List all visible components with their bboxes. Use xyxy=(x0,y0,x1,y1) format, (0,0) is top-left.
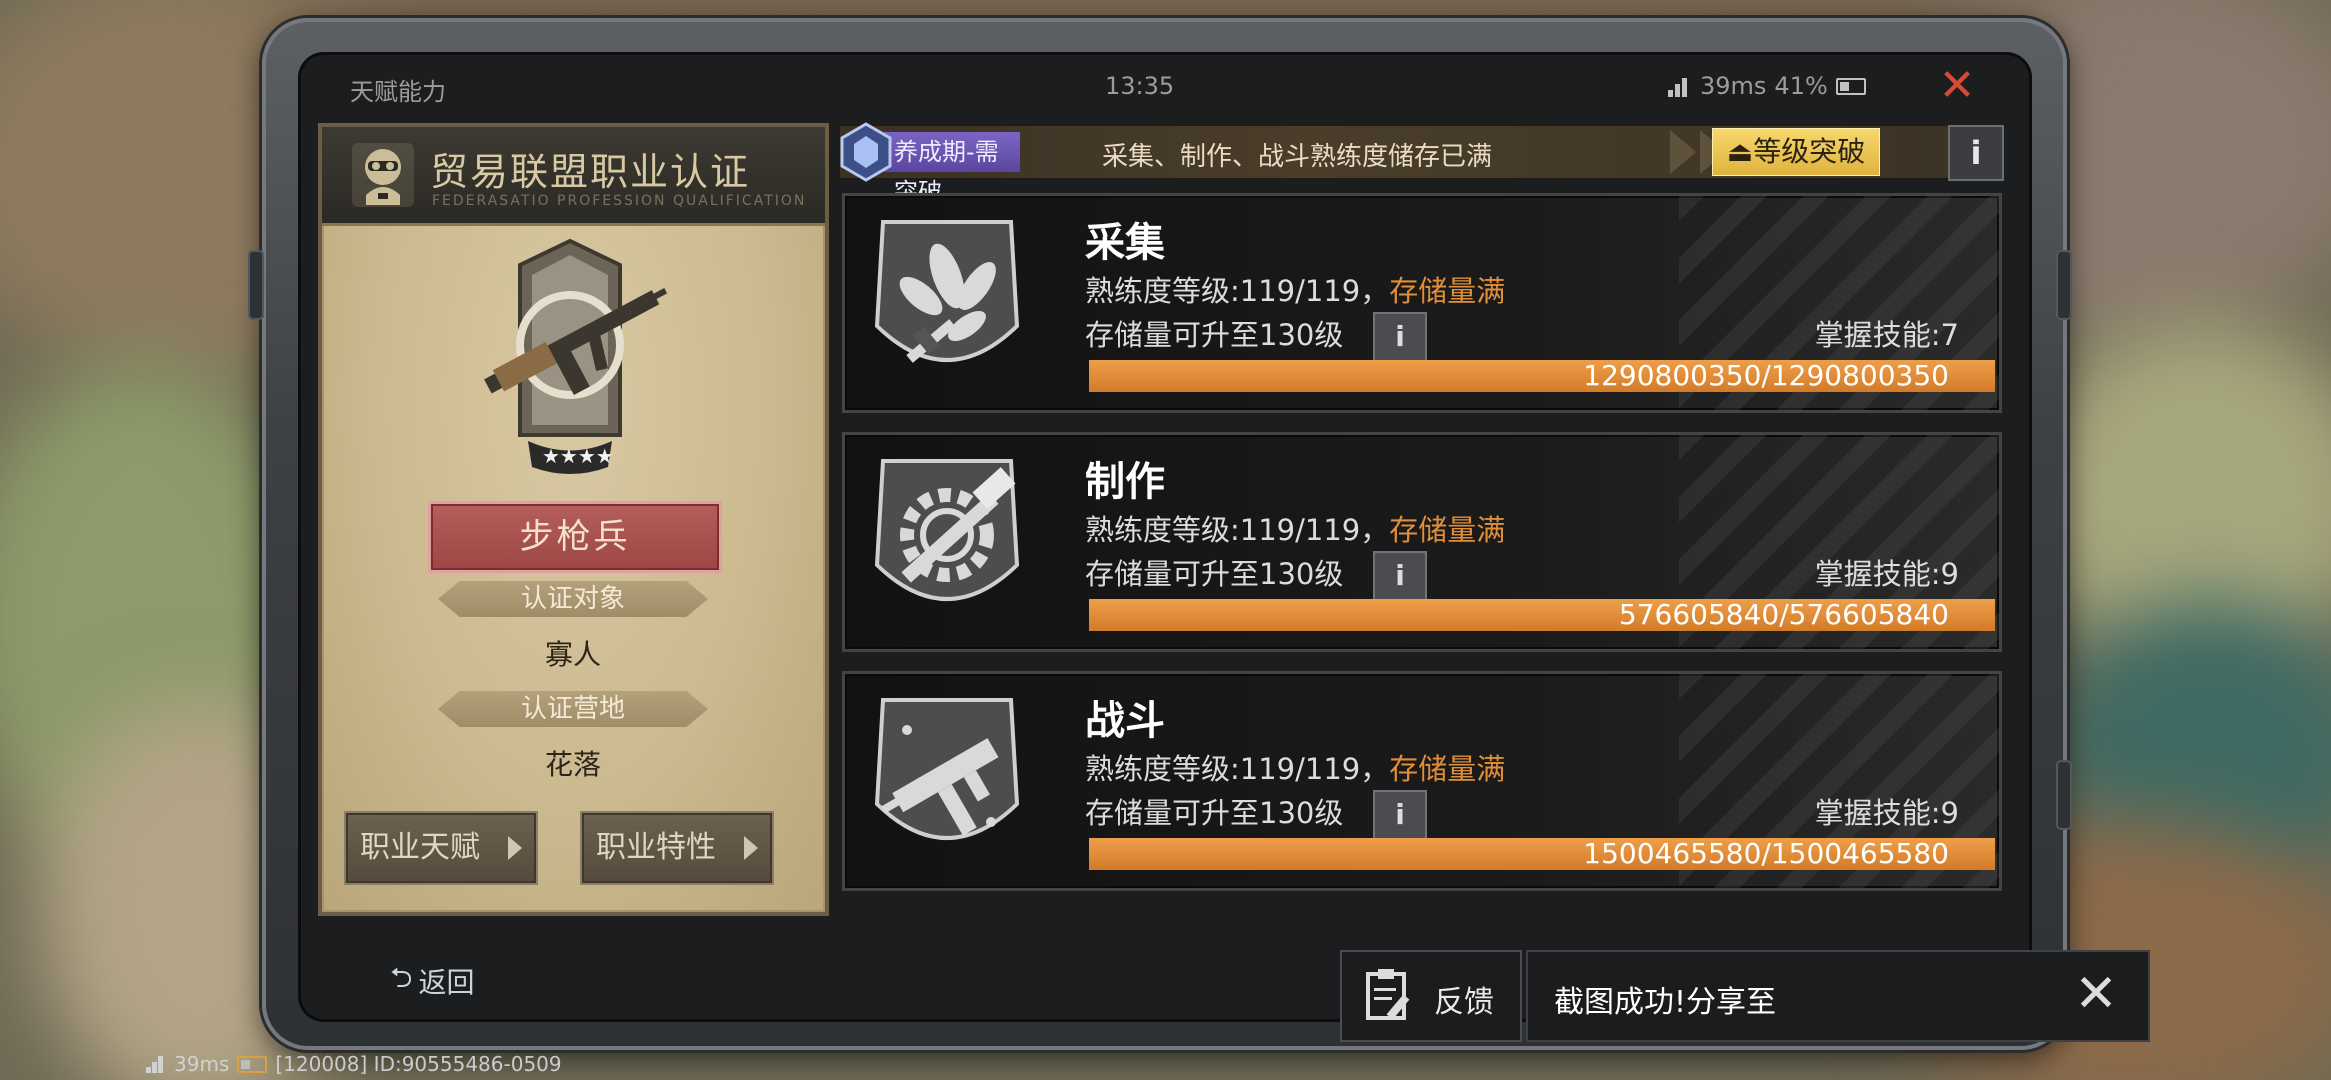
skill-panel-combat[interactable]: 战斗 熟练度等级:119/119，存储量满 存储量可升至130级 i 掌握技能:… xyxy=(842,671,2002,891)
skill-name: 战斗 xyxy=(1085,698,1165,744)
clock: 13:35 xyxy=(1105,72,1175,100)
class-name-button[interactable]: 步枪兵 xyxy=(428,501,722,573)
target-value: 寡人 xyxy=(544,638,601,671)
network-status: 39ms 41% xyxy=(1668,72,1866,100)
skill-mastery: 掌握技能:9 xyxy=(1814,796,1959,830)
storage-full-text: 存储量满 xyxy=(1389,752,1506,786)
return-arrow-icon: ⮌ xyxy=(390,961,413,994)
battery-icon xyxy=(1835,77,1866,95)
card-header: 贸易联盟职业认证 FEDERASATIO PROFESSION QUALIFIC… xyxy=(322,127,825,226)
skill-level: 熟练度等级:119/119，存储量满 xyxy=(1085,274,1506,308)
close-icon[interactable]: ✕ xyxy=(1935,64,1979,108)
progress-bar: 1500465580/1500465580 xyxy=(1089,838,1995,870)
mascot-logo-icon xyxy=(352,143,414,207)
skill-level: 熟练度等级:119/119，存储量满 xyxy=(1085,513,1506,547)
back-label: 返回 xyxy=(418,966,475,999)
profession-trait-label: 职业特性 xyxy=(596,830,716,865)
frame-hinge xyxy=(2056,760,2072,830)
progress-text: 1290800350/1290800350 xyxy=(1583,359,1949,392)
ping-text: 39ms xyxy=(1700,72,1767,100)
stage-tag: 养成期-需突破 xyxy=(884,132,1020,206)
profession-talent-button[interactable]: 职业天赋 xyxy=(344,811,538,885)
certification-card: 贸易联盟职业认证 FEDERASATIO PROFESSION QUALIFIC… xyxy=(318,123,829,916)
skill-mastery: 掌握技能:7 xyxy=(1814,318,1959,352)
player-id: [120008] ID:90555486-0509 xyxy=(275,1052,562,1076)
breakthrough-label: 等级突破 xyxy=(1753,135,1866,168)
hammer-gear-icon xyxy=(874,459,1020,601)
skill-capacity: 存储量可升至130级 xyxy=(1085,796,1344,830)
progress-bar: 1290800350/1290800350 xyxy=(1089,360,1995,392)
skill-capacity: 存储量可升至130级 xyxy=(1085,557,1344,591)
battery-text: 41% xyxy=(1774,72,1828,100)
status-bar: 天赋能力 13:35 39ms 41% ✕ xyxy=(300,58,2030,118)
skill-panel-crafting[interactable]: 制作 熟练度等级:119/119，存储量满 存储量可升至130级 i 掌握技能:… xyxy=(842,432,2002,652)
frame-hinge xyxy=(248,250,264,320)
close-icon[interactable]: ✕ xyxy=(2066,964,2126,1024)
toast-message: 截图成功!分享至 xyxy=(1554,985,1777,1020)
camp-label: 认证营地 xyxy=(438,691,708,727)
camp-value: 花落 xyxy=(544,748,601,781)
smg-icon xyxy=(874,698,1020,840)
leaf-icon xyxy=(874,220,1020,363)
footer-status: 39ms [120008] ID:90555486-0509 xyxy=(146,1052,562,1076)
chevron-right-icon xyxy=(744,836,758,860)
skill-capacity: 存储量可升至130级 xyxy=(1085,318,1344,352)
banner-chevron xyxy=(1670,130,1696,174)
progress-bar: 576605840/576605840 xyxy=(1089,599,1995,631)
skill-panel-gathering[interactable]: 采集 熟练度等级:119/119，存储量满 存储量可升至130级 i 掌握技能:… xyxy=(842,193,2002,413)
screen-title: 天赋能力 xyxy=(350,78,446,106)
skill-name: 采集 xyxy=(1085,220,1165,266)
eject-icon: ⏏ xyxy=(1726,135,1754,168)
crystal-icon xyxy=(840,122,892,182)
target-label: 认证对象 xyxy=(438,581,708,617)
signal-icon xyxy=(1668,75,1692,97)
feedback-label: 反馈 xyxy=(1434,985,1494,1020)
frame-hinge xyxy=(2056,250,2072,320)
capacity-info-button[interactable]: i xyxy=(1373,551,1427,603)
info-button[interactable]: i xyxy=(1948,125,2004,181)
skill-mastery: 掌握技能:9 xyxy=(1814,557,1959,591)
skill-level: 熟练度等级:119/119，存储量满 xyxy=(1085,752,1506,786)
storage-full-text: 存储量满 xyxy=(1389,274,1506,308)
storage-full-text: 存储量满 xyxy=(1389,513,1506,547)
clipboard-edit-icon xyxy=(1366,969,1410,1020)
profession-trait-button[interactable]: 职业特性 xyxy=(580,811,774,885)
status-banner: 养成期-需突破 采集、制作、战斗熟练度储存已满 ⏏等级突破 xyxy=(838,122,2002,206)
svg-text:★★★★: ★★★★ xyxy=(542,444,614,468)
rifle-badge-icon: ★★★★ xyxy=(484,238,668,474)
screenshot-toast: 截图成功!分享至 ✕ xyxy=(1526,950,2150,1042)
card-subtitle: FEDERASATIO PROFESSION QUALIFICATION xyxy=(432,193,807,209)
feedback-button[interactable]: 反馈 xyxy=(1340,950,1522,1042)
capacity-info-button[interactable]: i xyxy=(1373,790,1427,842)
breakthrough-button[interactable]: ⏏等级突破 xyxy=(1712,128,1880,176)
chevron-right-icon xyxy=(508,836,522,860)
banner-message: 采集、制作、战斗熟练度储存已满 xyxy=(1102,142,1493,172)
signal-icon xyxy=(146,1055,166,1073)
progress-text: 1500465580/1500465580 xyxy=(1583,837,1949,870)
skill-name: 制作 xyxy=(1085,459,1165,505)
progress-text: 576605840/576605840 xyxy=(1618,598,1949,631)
footer-ping: 39ms xyxy=(174,1052,230,1076)
card-title: 贸易联盟职业认证 xyxy=(430,150,751,194)
capacity-info-button[interactable]: i xyxy=(1373,312,1427,364)
back-button[interactable]: ⮌ 返回 xyxy=(390,957,474,1005)
battery-icon xyxy=(237,1055,268,1073)
profession-talent-label: 职业天赋 xyxy=(360,830,480,865)
